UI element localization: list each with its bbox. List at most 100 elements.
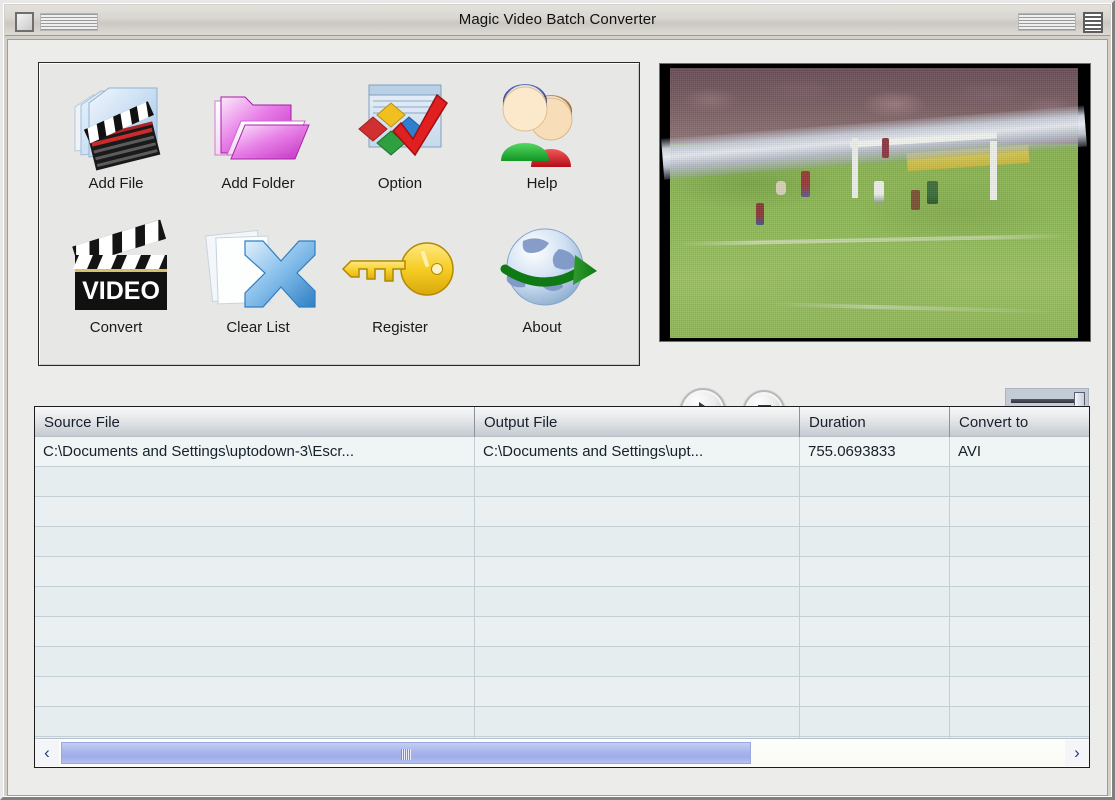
table-row[interactable] (35, 467, 1089, 497)
table-cell-duration (800, 617, 950, 646)
table-cell-output (475, 527, 800, 556)
table-row[interactable] (35, 707, 1089, 737)
help-button[interactable]: Help (471, 71, 613, 217)
add-folder-icon (187, 71, 329, 177)
list-menu-icon[interactable] (1083, 12, 1103, 33)
file-list-body[interactable]: C:\Documents and Settings\uptodown-3\Esc… (35, 437, 1089, 739)
table-cell-output (475, 587, 800, 616)
column-header[interactable]: Convert to (950, 407, 1089, 437)
table-row[interactable] (35, 527, 1089, 557)
video-player-figure (927, 181, 939, 205)
table-cell-output (475, 557, 800, 586)
option-label: Option (377, 175, 423, 192)
table-cell-convert-to (950, 467, 1089, 496)
scroll-right-button[interactable]: › (1065, 740, 1089, 766)
table-cell-output (475, 707, 800, 736)
help-icon (471, 71, 613, 177)
video-player-figure (800, 170, 810, 197)
table-row[interactable] (35, 497, 1089, 527)
menu-lines-icon[interactable] (1018, 13, 1076, 31)
convert-label: Convert (89, 319, 143, 336)
file-list-header: Source File Output File Duration Convert to (35, 407, 1089, 438)
table-cell-convert-to (950, 587, 1089, 616)
table-cell-source (35, 617, 475, 646)
add-folder-label: Add Folder (221, 175, 295, 192)
table-cell-source (35, 527, 475, 556)
video-preview-frame[interactable] (659, 63, 1091, 342)
table-cell-source (35, 587, 475, 616)
table-cell-source (35, 647, 475, 676)
table-cell-duration (800, 677, 950, 706)
table-cell-convert-to (950, 557, 1089, 586)
table-cell-convert-to: AVI (958, 443, 982, 460)
convert-icon: VIDEO (45, 215, 187, 321)
clear-list-button[interactable]: Clear List (187, 215, 329, 361)
file-list-panel: Source File Output File Duration Convert to… (34, 406, 1090, 768)
table-cell-convert-to (950, 527, 1089, 556)
about-button[interactable]: About (471, 215, 613, 361)
column-header[interactable]: Output File (475, 407, 800, 437)
table-cell-output (475, 467, 800, 496)
table-cell-duration (800, 467, 950, 496)
video-player-figure (910, 189, 920, 210)
table-cell-convert-to (950, 617, 1089, 646)
table-cell-duration (800, 707, 950, 736)
add-folder-button[interactable]: Add Folder (187, 71, 329, 217)
table-row[interactable] (35, 617, 1089, 647)
video-player-figure (874, 181, 884, 204)
toolbar-panel: Add File Add Folder Option Help VIDEO Co… (38, 62, 640, 366)
convert-button[interactable]: VIDEO Convert (45, 215, 187, 361)
table-row[interactable] (35, 587, 1089, 617)
about-globe-icon (471, 215, 613, 321)
table-cell-source: C:\Documents and Settings\uptodown-3\Esc… (35, 437, 475, 466)
table-cell-source (35, 467, 475, 496)
scroll-grip-icon (401, 749, 411, 760)
video-goal-post-left (851, 138, 858, 198)
table-cell-source (35, 707, 475, 736)
table-row[interactable] (35, 557, 1089, 587)
option-icon (329, 71, 471, 177)
option-button[interactable]: Option (329, 71, 471, 217)
table-cell-duration: 755.0693833 (800, 437, 950, 466)
scrollbar-trough[interactable] (59, 740, 1065, 766)
video-player-figure (882, 138, 890, 159)
register-button[interactable]: Register (329, 215, 471, 361)
table-cell-duration (800, 527, 950, 556)
scroll-left-button[interactable]: ‹ (35, 740, 59, 766)
table-row[interactable] (35, 677, 1089, 707)
table-cell-source (35, 677, 475, 706)
seek-slider-track (1011, 399, 1083, 403)
window-title: Magic Video Batch Converter (458, 11, 657, 28)
table-cell-convert-to (950, 677, 1089, 706)
table-cell-output: C:\Documents and Settings\upt... (475, 437, 800, 466)
table-cell-convert-to (950, 707, 1089, 736)
register-key-icon (329, 215, 471, 321)
table-cell-source (35, 557, 475, 586)
table-row[interactable]: C:\Documents and Settings\uptodown-3\Esc… (35, 437, 1089, 467)
table-cell-duration (800, 557, 950, 586)
table-cell-output (475, 647, 800, 676)
clear-list-label: Clear List (226, 319, 290, 336)
add-file-button[interactable]: Add File (45, 71, 187, 217)
register-label: Register (372, 319, 428, 336)
application-window: Magic Video Batch Converter Add File Add… (0, 0, 1115, 800)
title-bar[interactable]: Magic Video Batch Converter (5, 5, 1110, 36)
table-cell-output (475, 497, 800, 526)
table-cell-convert-to (950, 497, 1089, 526)
add-file-label: Add File (88, 175, 144, 192)
table-cell-output (475, 617, 800, 646)
video-preview-scene (660, 68, 1088, 338)
column-header[interactable]: Source File (35, 407, 475, 437)
table-row[interactable] (35, 647, 1089, 677)
scrollbar-thumb[interactable] (61, 742, 751, 764)
video-player-figure (755, 203, 764, 225)
svg-text:VIDEO: VIDEO (82, 277, 160, 305)
table-cell-source (35, 497, 475, 526)
add-file-icon (45, 71, 187, 177)
horizontal-scrollbar[interactable]: ‹ › (35, 738, 1089, 767)
clear-list-icon (187, 215, 329, 321)
column-header[interactable]: Duration (800, 407, 950, 437)
help-label: Help (526, 175, 558, 192)
table-cell-duration (800, 587, 950, 616)
video-player-figure (776, 181, 787, 196)
